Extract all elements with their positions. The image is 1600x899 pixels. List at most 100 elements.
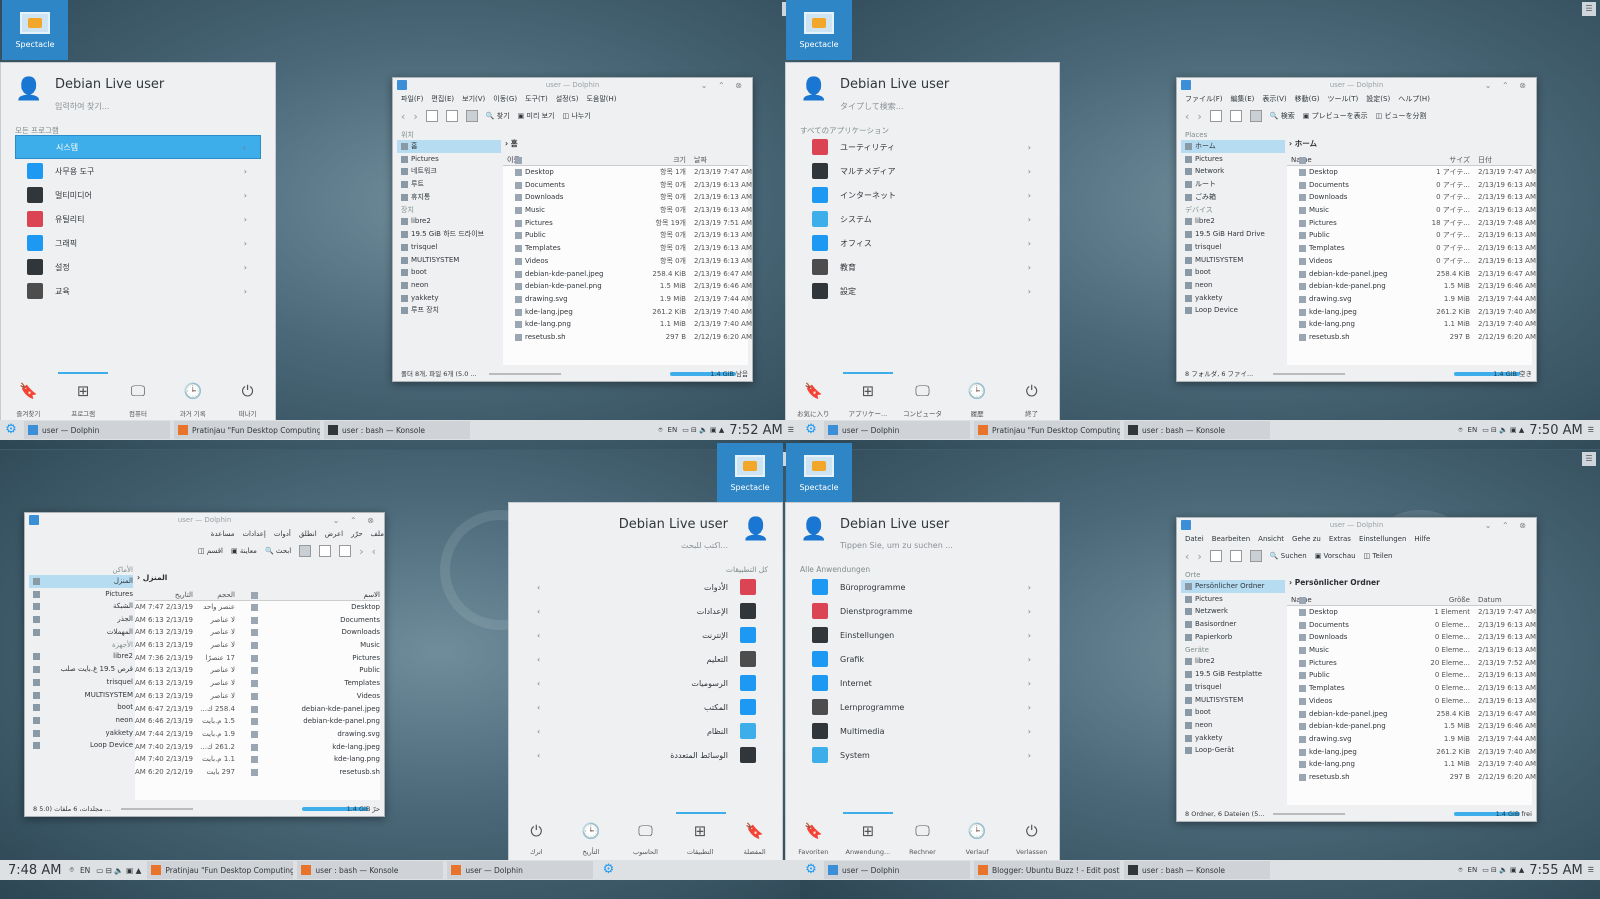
forward-button[interactable]: › [359,545,363,558]
places-item[interactable]: 네트워크 [397,165,501,178]
places-item[interactable]: 루트 [397,178,501,191]
device-item[interactable]: boot [29,701,133,714]
search-input[interactable]: اكتب للبحث... [681,541,728,550]
menu-category-multimedia[interactable]: الوسائط المتعددة ‹ [523,743,768,767]
menu-category-system[interactable]: 시스템 › [15,135,261,159]
file-row[interactable]: Videos 0 Eleme... 2/13/19 6:13 AM [1287,695,1536,708]
menu-category-multimedia[interactable]: マルチメディア › [800,159,1045,183]
menu-item[interactable]: ファイル(F) [1185,92,1223,106]
column-header-name[interactable]: 이름 [503,154,644,165]
menu-category-settings[interactable]: الإعدادات ‹ [523,599,768,623]
back-button[interactable]: ‹ [372,545,376,558]
menu-category-internet[interactable]: Internet › [800,671,1045,695]
clock[interactable]: 7:50 AM [1529,423,1582,438]
preview-button[interactable]: ▣ معاينة [231,547,257,555]
clock[interactable]: 7:52 AM [729,423,782,438]
file-row[interactable]: Videos 항목 0개 2/13/19 6:13 AM [503,255,752,268]
file-row[interactable]: resetusb.sh 297 B 2/12/19 6:20 AM [1287,771,1536,784]
file-row[interactable]: Videos لا عناصر 2/13/19 6:13 AM [135,690,380,703]
places-item[interactable]: الجذر [29,613,133,626]
tray-icons[interactable]: ▭ ⊟ 🔈 ▣ ▲ [96,866,141,875]
places-item[interactable]: Network [1181,165,1285,178]
spectacle-launcher[interactable]: Spectacle [786,443,852,503]
details-view-button[interactable] [465,110,478,122]
menu-category-utilities[interactable]: ユーティリティ › [800,135,1045,159]
places-item[interactable]: Pictures [1181,593,1285,606]
menu-item[interactable]: Gehe zu [1292,532,1321,546]
window-controls[interactable]: ⌄ ⌃ ⊗ [1485,519,1530,533]
device-item[interactable]: neon [1181,719,1285,732]
device-item[interactable]: trisquel [29,676,133,689]
menu-item[interactable]: 設定(S) [1366,92,1390,106]
file-row[interactable]: Pictures 항목 19개 2/13/19 7:51 AM [503,217,752,230]
details-view-button[interactable] [299,545,312,557]
taskbar-task[interactable]: Pratinjau "Fun Desktop Computing... [147,861,294,879]
split-button[interactable]: ◫ 나누기 [563,111,591,121]
device-item[interactable]: yakkety [29,727,133,740]
file-row[interactable]: Desktop 항목 1개 2/13/19 7:47 AM [503,166,752,179]
menu-item[interactable]: حرّر [351,527,363,541]
menu-item[interactable]: 도움말(H) [586,92,616,106]
file-row[interactable]: Music 0 アイテ... 2/13/19 6:13 AM [1287,204,1536,217]
file-row[interactable]: kde-lang.png 1.1 MiB 2/13/19 7:40 AM [503,318,752,331]
file-row[interactable]: kde-lang.jpeg 261.2 KiB 2/13/19 7:40 AM [1287,746,1536,759]
menu-category-settings[interactable]: 設定 › [800,279,1045,303]
file-row[interactable]: debian-kde-panel.png 1.5 م.بايت 2/13/19 6:… [135,715,380,728]
menu-category-office[interactable]: オフィス › [800,231,1045,255]
places-item[interactable]: 홈 [397,140,501,153]
back-button[interactable]: ‹ [1185,550,1189,563]
menu-item[interactable]: 파일(F) [401,92,423,106]
details-view-button[interactable] [1249,550,1262,562]
file-row[interactable]: debian-kde-panel.png 1.5 MiB 2/13/19 6:46 … [1287,720,1536,733]
lang-indicator[interactable]: EN [1468,426,1478,434]
menu-category-utilities[interactable]: الأدوات ‹ [523,575,768,599]
icons-view-button[interactable] [339,545,352,557]
preview-button[interactable]: ▣ 미리 보기 [518,111,555,121]
taskbar-task[interactable]: Pratinjau "Fun Desktop Computing... [974,421,1120,439]
lang-indicator[interactable]: EN [668,426,678,434]
network-icon[interactable]: ⌾ [1458,426,1462,435]
file-row[interactable]: Templates 항목 0개 2/13/19 6:13 AM [503,242,752,255]
preview-button[interactable]: ▣ プレビューを表示 [1303,111,1368,121]
menu-item[interactable]: Datei [1185,532,1204,546]
menu-item[interactable]: 이동(G) [493,92,517,106]
taskbar-task[interactable]: user — Dolphin [824,421,970,439]
file-row[interactable]: debian-kde-panel.jpeg 258.4 ك... 2/13/19 6… [135,703,380,716]
device-item[interactable]: boot [1181,706,1285,719]
menu-category-system[interactable]: النظام ‹ [523,719,768,743]
file-row[interactable]: Templates 0 アイテ... 2/13/19 6:13 AM [1287,242,1536,255]
device-item[interactable]: 19.5 GiB Festplatte [1181,668,1285,681]
column-header-date[interactable]: 日付 [1474,154,1532,165]
taskbar-task[interactable]: user — Dolphin [447,861,594,879]
column-header-date[interactable]: التاريخ [135,589,193,600]
breadcrumb[interactable]: › Persönlicher Ordner [1289,578,1380,587]
compact-view-button[interactable] [445,110,458,122]
menu-item[interactable]: ヘルプ(H) [1398,92,1430,106]
device-item[interactable]: libre2 [1181,655,1285,668]
device-item[interactable]: trisquel [397,241,501,254]
spectacle-launcher[interactable]: Spectacle [717,443,783,503]
device-item[interactable]: Loop Device [1181,304,1285,317]
network-icon[interactable]: ⌾ [658,426,662,435]
menu-item[interactable]: انطلق [299,527,317,541]
places-item[interactable]: Pictures [397,153,501,166]
file-row[interactable]: kde-lang.png 1.1 MiB 2/13/19 7:40 AM [1287,318,1536,331]
menu-item[interactable]: مساعدة [211,527,235,541]
file-row[interactable]: debian-kde-panel.jpeg 258.4 KiB 2/13/19 6:… [1287,268,1536,281]
device-item[interactable]: 19.5 GiB 하드 드라이브 [397,228,501,241]
device-item[interactable]: yakkety [1181,292,1285,305]
menu-category-office[interactable]: Büroprogramme › [800,575,1045,599]
file-row[interactable]: Desktop عنصر واحد 2/13/19 7:47 AM [135,601,380,614]
forward-button[interactable]: › [1197,110,1201,123]
window-titlebar[interactable]: user — Dolphin ⌄ ⌃ ⊗ [25,513,384,527]
menu-item[interactable]: 移動(G) [1295,92,1320,106]
menu-category-multimedia[interactable]: 멀티미디어 › [15,183,261,207]
file-row[interactable]: Documents لا عناصر 2/13/19 6:13 AM [135,614,380,627]
icons-view-button[interactable] [425,110,438,122]
menu-item[interactable]: اعرض [325,527,343,541]
places-item[interactable]: المهملات [29,626,133,639]
network-icon[interactable]: ⌾ [1458,866,1462,875]
menu-category-education[interactable]: 교육 › [15,279,261,303]
menu-category-office[interactable]: المكتب ‹ [523,695,768,719]
device-item[interactable]: trisquel [1181,241,1285,254]
